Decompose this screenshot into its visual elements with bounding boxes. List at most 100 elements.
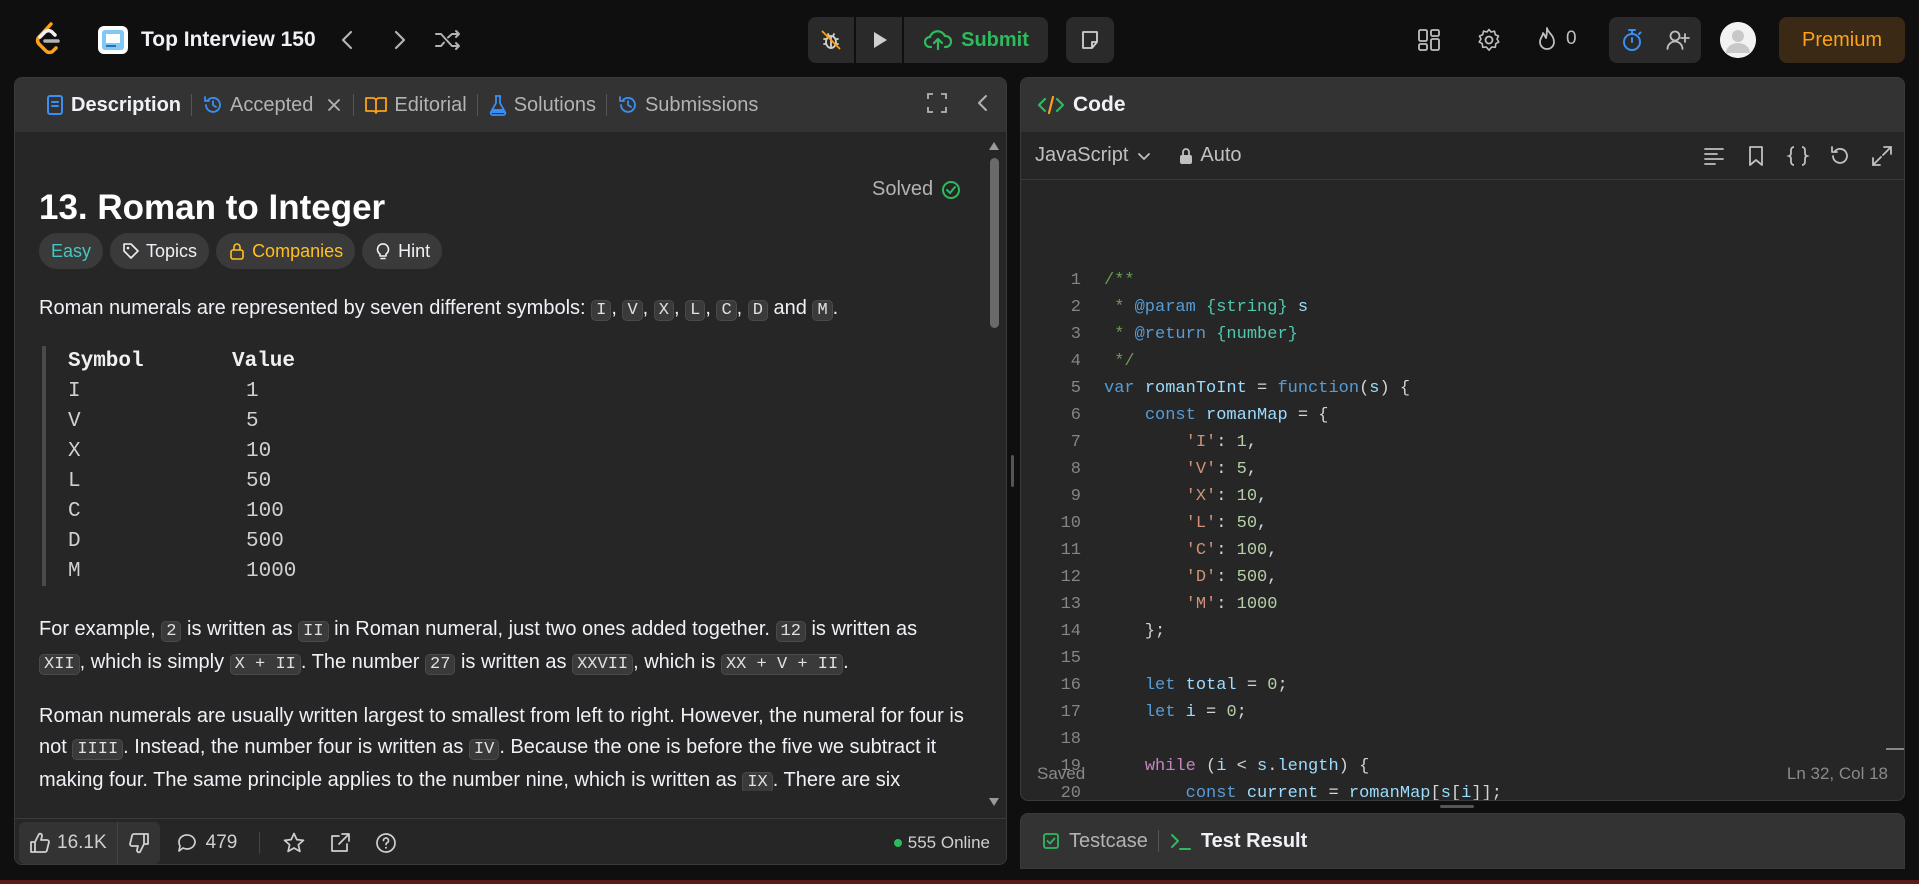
intro-paragraph: Roman numerals are represented by seven …: [39, 297, 839, 321]
table-row: D 500: [68, 529, 284, 553]
bookmark-icon[interactable]: [1744, 144, 1768, 168]
line-number: 10: [1060, 514, 1081, 533]
submit-label: Submit: [961, 28, 1029, 51]
fullscreen-icon[interactable]: [924, 90, 950, 116]
symbol-value-table: Symbol Value I1 V5 X 10 L 50 C 100 D 500 M 10…: [42, 346, 296, 586]
line-number: 17: [1060, 703, 1081, 722]
code-line: const romanMap = {: [1144, 406, 1329, 425]
checkbox-icon: [1043, 833, 1059, 849]
favorite-star-icon[interactable]: [282, 831, 306, 855]
premium-button[interactable]: Premium: [1779, 17, 1905, 63]
code-line: * @return {number}: [1104, 325, 1298, 344]
code-line: var romanToInt = function(s) {: [1104, 379, 1411, 398]
companies-chip[interactable]: Companies: [216, 233, 356, 269]
code-line: * @param {string} s: [1104, 298, 1309, 317]
streak-count: 0: [1566, 28, 1577, 49]
add-friend-icon[interactable]: [1655, 17, 1701, 63]
flask-icon: [489, 95, 506, 116]
vertical-resize-handle[interactable]: [1440, 805, 1474, 808]
topics-chip[interactable]: Topics: [110, 233, 210, 269]
line-number: 1: [1070, 271, 1081, 290]
collapse-left-icon[interactable]: [970, 90, 996, 116]
symbol-code: M: [812, 300, 833, 321]
like-button[interactable]: 16.1K: [19, 822, 117, 864]
table-row: L 50: [68, 469, 272, 493]
user-avatar[interactable]: [1720, 22, 1756, 58]
line-number: 6: [1070, 406, 1081, 425]
lock-icon: [230, 243, 244, 260]
line-number: 5: [1070, 379, 1081, 398]
solved-status: Solved: [872, 178, 961, 201]
code-editor[interactable]: 1 2 3 4 5 6 7 8 9 10 11 12 13 14 15 16 1…: [1021, 188, 1904, 800]
problem-title: 13. Roman to Integer: [39, 188, 386, 227]
save-status: Saved: [1037, 764, 1086, 783]
vote-group: 16.1K: [19, 821, 160, 864]
tab-test-result[interactable]: Test Result: [1169, 830, 1307, 853]
dislike-button[interactable]: [116, 821, 160, 864]
problem-list-title[interactable]: Top Interview 150: [141, 28, 316, 52]
line-number: 2: [1070, 298, 1081, 317]
editor-actions: [1702, 144, 1894, 168]
flame-icon: [1539, 27, 1555, 50]
help-icon[interactable]: [374, 831, 398, 855]
close-tab-icon[interactable]: [325, 96, 343, 114]
tab-solutions[interactable]: Solutions: [478, 78, 606, 132]
scrollbar-thumb[interactable]: [990, 158, 999, 328]
code-line: /**: [1104, 271, 1135, 290]
prev-problem-button[interactable]: [332, 24, 364, 56]
run-button[interactable]: [856, 17, 902, 63]
table-row: I1: [68, 379, 259, 403]
comments-button[interactable]: 479: [176, 832, 237, 854]
debug-button[interactable]: [808, 17, 854, 63]
code-line: 'V': 5,: [1185, 460, 1258, 479]
line-number: 8: [1070, 460, 1081, 479]
code-line: let total = 0;: [1144, 676, 1288, 695]
line-number: 4: [1070, 352, 1081, 371]
line-number: 12: [1060, 568, 1081, 587]
line-number: 20: [1060, 784, 1081, 801]
symbol-code: I: [591, 300, 612, 321]
language-selector[interactable]: JavaScript: [1035, 144, 1152, 167]
stopwatch-icon[interactable]: [1609, 17, 1655, 63]
expand-icon[interactable]: [1870, 144, 1894, 168]
settings-gear-icon[interactable]: [1473, 24, 1505, 56]
tab-submissions[interactable]: Submissions: [607, 78, 768, 132]
symbol-code: C: [716, 300, 737, 321]
panel-resize-handle[interactable]: [1011, 455, 1014, 487]
line-number: 16: [1060, 676, 1081, 695]
auto-mode[interactable]: Auto: [1178, 144, 1242, 167]
thumbs-up-icon: [30, 832, 50, 853]
share-icon[interactable]: [328, 831, 352, 855]
braces-icon[interactable]: [1786, 144, 1810, 168]
symbol-code: X: [653, 300, 674, 321]
leetcode-logo[interactable]: [32, 22, 64, 56]
submit-button[interactable]: Submit: [904, 17, 1048, 63]
format-icon[interactable]: [1702, 144, 1726, 168]
tab-editorial[interactable]: Editorial: [354, 78, 476, 132]
bug-icon: [821, 30, 841, 50]
layout-grid-icon[interactable]: [1413, 24, 1445, 56]
next-problem-button[interactable]: [383, 24, 415, 56]
tab-accepted[interactable]: Accepted: [192, 78, 353, 132]
hint-chip[interactable]: Hint: [362, 233, 443, 269]
tab-description[interactable]: Description: [35, 78, 191, 132]
history-icon: [204, 96, 221, 113]
table-row: M 1000: [68, 559, 297, 583]
description-icon: [47, 95, 63, 115]
notes-button[interactable]: [1066, 17, 1114, 63]
thumbs-down-icon: [128, 832, 149, 853]
description-footer: 16.1K 479 555 Online: [15, 818, 1006, 864]
shuffle-icon[interactable]: [432, 24, 464, 56]
code-line: 'C': 100,: [1185, 541, 1278, 560]
reset-icon[interactable]: [1828, 144, 1852, 168]
tab-testcase[interactable]: Testcase: [1041, 830, 1148, 853]
difficulty-badge: Easy: [39, 233, 104, 269]
editor-toolbar: JavaScript Auto: [1021, 132, 1904, 180]
code-line: 'D': 500,: [1185, 568, 1278, 587]
top-navbar: Top Interview 150 Submit 0 Premium: [0, 0, 1919, 78]
tab-divider: [1157, 830, 1159, 852]
streak-counter[interactable]: 0: [1536, 26, 1577, 52]
study-plan-icon[interactable]: [98, 26, 128, 54]
line-number: 14: [1060, 622, 1081, 641]
code-line: };: [1104, 622, 1166, 641]
